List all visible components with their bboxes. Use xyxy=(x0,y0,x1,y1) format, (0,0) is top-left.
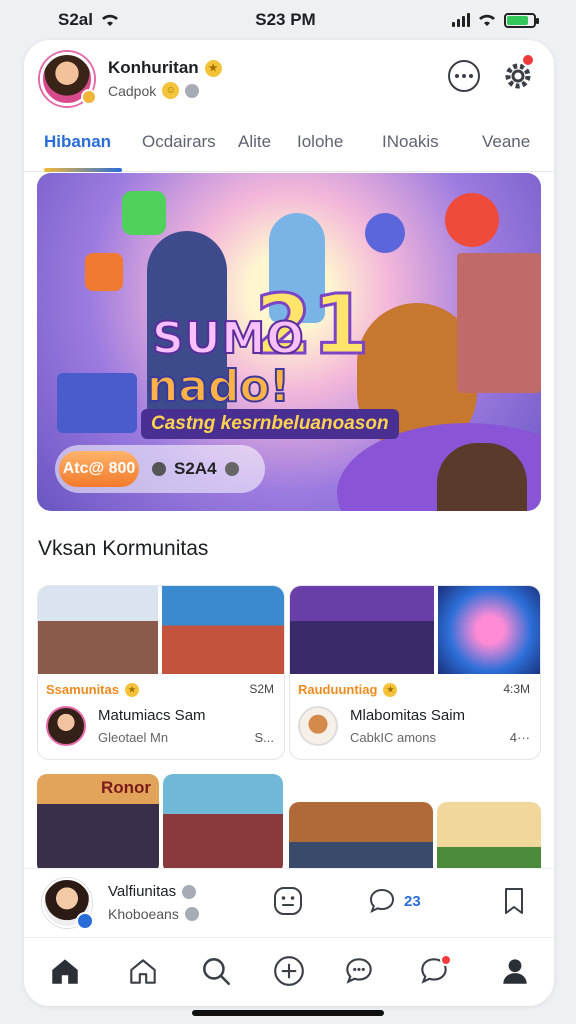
community-meta: 4:3M xyxy=(503,682,530,696)
community-meta: S2M xyxy=(249,682,274,696)
community-photo xyxy=(38,586,158,674)
floating-tile-icon xyxy=(85,253,123,291)
tab-ocdairars[interactable]: Ocdairars xyxy=(142,132,216,152)
chat-icon[interactable] xyxy=(342,954,376,988)
mini-profile-sub-text: Khoboeans xyxy=(108,906,179,922)
more-options-button[interactable] xyxy=(448,60,480,92)
hero-price-button[interactable]: Atc@ 800 xyxy=(59,451,139,487)
notification-badge xyxy=(521,53,535,67)
floating-cube-icon xyxy=(122,191,166,235)
community-label: Ssamunitas ★ xyxy=(46,682,139,697)
thumbnail-sign: Ronor xyxy=(101,778,152,797)
verified-icon xyxy=(182,884,197,899)
profile-sub: Cadpok ☺ xyxy=(108,82,200,99)
community-more[interactable]: 4··· xyxy=(510,730,530,745)
app-window: Konhuritan ★ Cadpok ☺ Hibanan Ocdairars … xyxy=(24,40,554,1006)
community-thumbnail[interactable]: Ronor xyxy=(37,774,159,874)
coin-icon: ★ xyxy=(383,682,398,697)
carrier-label: S2al xyxy=(58,10,93,29)
community-thumbnail[interactable] xyxy=(163,774,283,874)
mini-profile-bar: Valfiunitas Khoboeans 23 xyxy=(24,868,554,938)
add-icon[interactable] xyxy=(272,954,306,988)
battery-icon xyxy=(504,12,539,28)
community-card[interactable]: Rauduuntiag ★ 4:3M Mlabomitas Saim CabkI… xyxy=(289,585,541,760)
message-badge xyxy=(440,954,452,966)
hero-count-text: S2A4 xyxy=(174,459,217,478)
home-icon[interactable] xyxy=(48,954,82,988)
community-card[interactable]: Ssamunitas ★ S2M Matumiacs Sam Gleotael … xyxy=(37,585,285,760)
bottom-nav xyxy=(24,940,554,1006)
category-tabs: Hibanan Ocdairars Alite Iolohe INoakis V… xyxy=(24,120,554,172)
settings-dot-icon xyxy=(185,83,200,98)
clock: S23 PM xyxy=(255,10,316,29)
comment-count: 23 xyxy=(404,893,421,910)
community-label-text: Ssamunitas xyxy=(46,682,119,697)
bell-icon xyxy=(224,462,239,476)
community-label-text: Rauduuntiag xyxy=(298,682,378,697)
header: Konhuritan ★ Cadpok ☺ xyxy=(24,40,554,112)
avatar-badge-icon xyxy=(81,89,97,105)
mini-profile-name-text: Valfiunitas xyxy=(108,883,177,900)
community-avatar xyxy=(46,706,86,746)
community-desc: Gleotael Mn xyxy=(98,730,169,745)
tab-hibanan[interactable]: Hibanan xyxy=(44,132,111,152)
profile-icon[interactable] xyxy=(498,954,532,988)
mini-profile-name: Valfiunitas xyxy=(108,883,197,900)
community-more[interactable]: S... xyxy=(254,730,274,745)
hero-subtitle: Castng kesrnbeluanoason xyxy=(141,409,399,439)
profile-sub-text: Cadpok xyxy=(108,82,157,99)
community-label: Rauduuntiag ★ xyxy=(298,682,398,697)
community-photo xyxy=(438,586,540,674)
status-bar: S2al S23 PM xyxy=(0,0,576,40)
community-name: Matumiacs Sam xyxy=(98,707,206,724)
profile-name: Konhuritan ★ xyxy=(108,58,222,78)
community-avatar xyxy=(298,706,338,746)
house-outline-icon[interactable] xyxy=(126,954,160,988)
profile-name-text: Konhuritan xyxy=(108,58,199,77)
section-title: Vksan Kormunitas xyxy=(38,537,209,560)
floating-heart-icon xyxy=(365,213,405,253)
coin-icon: ★ xyxy=(124,682,139,697)
tab-alite[interactable]: Alite xyxy=(238,132,271,152)
wifi-icon xyxy=(101,14,118,26)
tab-inoakis[interactable]: INoakis xyxy=(382,132,439,152)
mini-profile-badge-icon xyxy=(76,912,94,930)
hero-count: S2A4 xyxy=(152,459,239,479)
tab-veane[interactable]: Veane xyxy=(482,132,530,152)
community-desc: CabkIC amons xyxy=(350,730,436,745)
building-scene xyxy=(457,253,541,393)
hero-title-line2: nado! xyxy=(146,360,291,413)
home-indicator[interactable] xyxy=(192,1010,384,1016)
people-icon xyxy=(152,462,166,476)
child-pair xyxy=(437,443,527,511)
search-icon[interactable] xyxy=(199,954,233,988)
tab-iolohe[interactable]: Iolohe xyxy=(297,132,343,152)
floating-ball-icon xyxy=(445,193,499,247)
wifi-icon-right xyxy=(479,14,495,26)
signal-icon xyxy=(452,13,470,27)
community-photo xyxy=(290,586,434,674)
emoji-icon[interactable] xyxy=(272,885,304,917)
coin-icon: ★ xyxy=(204,59,222,77)
mini-profile-sub: Khoboeans xyxy=(108,906,199,922)
bookmark-icon[interactable] xyxy=(498,885,530,917)
close-icon[interactable] xyxy=(184,907,199,921)
hero-banner[interactable]: 21 SUMO nado! Castng kesrnbeluanoason At… xyxy=(37,173,541,511)
comment-icon[interactable] xyxy=(366,885,398,917)
active-tab-indicator xyxy=(44,168,122,172)
community-name: Mlabomitas Saim xyxy=(350,707,466,724)
hero-title-line1: SUMO xyxy=(151,312,305,365)
gift-box-icon xyxy=(57,373,137,433)
community-photo xyxy=(162,586,284,674)
smile-coin-icon: ☺ xyxy=(162,82,180,99)
